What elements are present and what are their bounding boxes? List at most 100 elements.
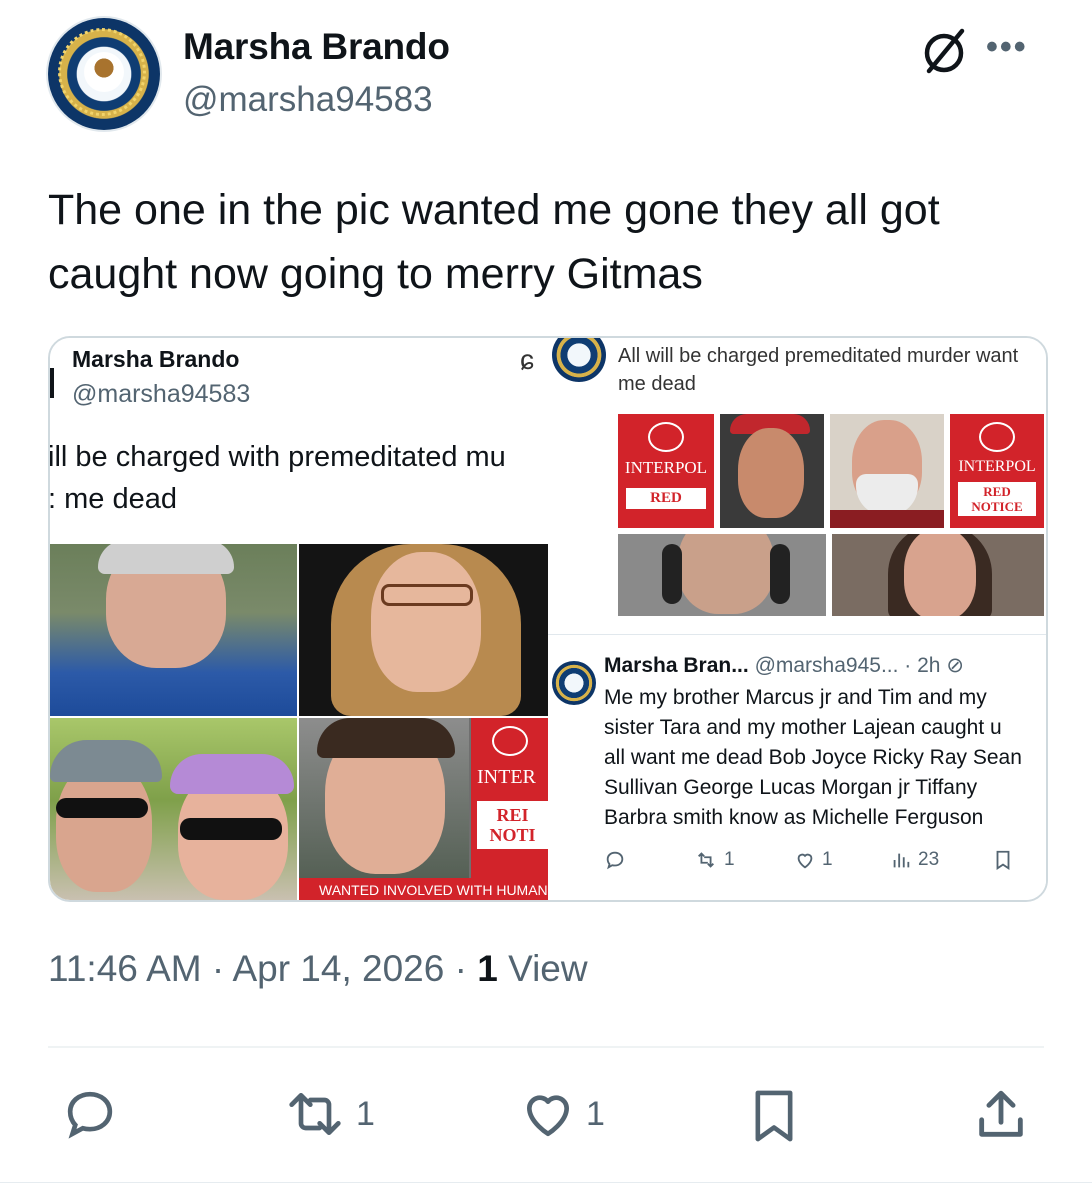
interpol-globe-icon xyxy=(979,422,1015,452)
embedded-tweet-text: ill be charged with premeditated mu : me… xyxy=(50,436,548,520)
reply-retweet-icon xyxy=(698,852,714,868)
photo-shirt xyxy=(830,510,944,528)
reply-reply-icon xyxy=(604,849,626,871)
photo-headphone-left xyxy=(662,544,682,604)
photo-glasses xyxy=(381,584,473,606)
tweet-time[interactable]: 11:46 AM xyxy=(48,948,202,989)
meta-separator: · xyxy=(454,948,478,989)
photo-woman-glasses xyxy=(299,544,548,716)
interpol-notice-left: INTERPOL RED xyxy=(618,414,714,528)
reply-button[interactable] xyxy=(62,1086,118,1142)
photo-woman-mugshot xyxy=(832,534,1044,616)
reply-like-count: 1 xyxy=(822,849,833,870)
photo-flower-crown xyxy=(170,754,294,794)
tweet-views-label: View xyxy=(508,948,588,989)
embedded-author-handle: @marsha94583 xyxy=(72,380,251,408)
author-handle[interactable]: @marsha94583 xyxy=(183,80,433,120)
photo-sunglasses xyxy=(180,818,282,840)
photo-man-headphones xyxy=(618,534,826,616)
reply-retweet: 1 xyxy=(694,849,735,871)
reply-age: · 2h xyxy=(904,654,941,677)
red-notice-box: RED NOTICE xyxy=(958,482,1036,516)
red-notice-line-1: RED xyxy=(983,484,1011,499)
author-name[interactable]: Marsha Brando xyxy=(183,26,450,68)
photo-face xyxy=(371,552,481,692)
photo-man-red-cap xyxy=(720,414,824,528)
reply-bubble-icon xyxy=(67,1091,113,1139)
red-notice-line-1: REI xyxy=(496,805,529,825)
photo-wanted-poster: INTER REI NOTI WANTED INVOLVED WITH HUMA… xyxy=(299,718,548,900)
photo-old-man-beard xyxy=(830,414,944,528)
bookmark-icon xyxy=(755,1090,793,1142)
reply-views-icon xyxy=(893,853,910,868)
tweet-date[interactable]: Apr 14, 2026 xyxy=(232,948,444,989)
reply-text-line-2: sister Tara and my mother Lajean caught … xyxy=(604,716,1002,739)
reply-grok-icon: ⊘ xyxy=(946,654,964,677)
tweet-meta: 11:46 AM · Apr 14, 2026 · 1 View xyxy=(48,948,588,990)
red-notice-line-2: NOTICE xyxy=(971,499,1023,514)
media-image-right[interactable]: All will be charged premeditated murder … xyxy=(548,338,1046,900)
photo-hair xyxy=(98,544,234,574)
reply-text-line-4: Sullivan George Lucas Morgan jr Tiffany xyxy=(604,776,978,799)
more-options-icon[interactable]: ••• xyxy=(986,28,1028,67)
reply-views-count: 23 xyxy=(918,849,940,870)
divider xyxy=(48,1046,1044,1048)
reply-avatar xyxy=(552,661,596,705)
retweet-arrows-icon xyxy=(289,1093,341,1135)
cropped-avatar-edge xyxy=(50,368,54,398)
embedded-text-line-2: : me dead xyxy=(50,483,177,515)
reply-author-handle: @marsha945... xyxy=(754,654,899,677)
reply-text-line-5: Barbra smith know as Michelle Ferguson xyxy=(604,806,984,829)
interpol-label: INTER xyxy=(477,766,536,788)
grok-icon[interactable] xyxy=(918,25,970,77)
reply-views: 23 xyxy=(890,849,939,871)
embedded-avatar xyxy=(552,338,606,382)
interpol-notice-right: INTERPOL RED NOTICE xyxy=(950,414,1044,528)
share-button[interactable] xyxy=(972,1086,1030,1144)
reply-heart-icon xyxy=(797,853,813,869)
tweet-media[interactable]: Marsha Brando @marsha94583 ɕ ill be char… xyxy=(48,336,1048,902)
bookmark-button[interactable] xyxy=(746,1086,802,1146)
heart-icon xyxy=(527,1095,569,1137)
photo-couple-sunglasses xyxy=(50,718,297,900)
like-button[interactable]: 1 xyxy=(520,1086,605,1142)
reply-author-name: Marsha Bran... xyxy=(604,654,749,677)
media-image-left[interactable]: Marsha Brando @marsha94583 ɕ ill be char… xyxy=(50,338,548,900)
photo-face xyxy=(738,428,804,518)
red-notice-line-2: NOTI xyxy=(489,825,536,845)
embedded-author-name: Marsha Brando xyxy=(72,346,240,372)
interpol-globe-icon xyxy=(648,422,684,452)
red-notice-box: RED xyxy=(626,488,706,509)
like-count: 1 xyxy=(586,1094,605,1133)
reply-actions: 1 1 23 xyxy=(604,849,1046,879)
meta-separator: · xyxy=(211,948,233,989)
photo-face xyxy=(904,534,976,616)
share-upload-icon xyxy=(979,1090,1023,1137)
retweet-button[interactable]: 1 xyxy=(284,1086,375,1142)
wanted-caption: WANTED INVOLVED WITH HUMAN xyxy=(299,878,548,900)
interpol-globe-icon xyxy=(491,726,528,756)
photo-hat xyxy=(50,740,162,782)
retweet-count: 1 xyxy=(356,1094,375,1133)
embedded-tweet-text: All will be charged premeditated murder … xyxy=(618,345,1019,395)
seal-eagle-icon xyxy=(84,52,124,92)
interpol-label: INTERPOL xyxy=(958,458,1036,475)
reply-bookmark-icon xyxy=(992,849,1014,871)
photo-headphone-right xyxy=(770,544,790,604)
photo-face xyxy=(678,534,774,614)
reply-like: 1 xyxy=(794,849,833,871)
interpol-label: INTERPOL xyxy=(624,458,708,477)
interpol-banner: INTER REI NOTI xyxy=(471,718,548,900)
photo-hair xyxy=(317,718,455,758)
photo-woman-gray-hair xyxy=(50,544,297,716)
author-avatar[interactable] xyxy=(48,18,160,130)
embedded-reply: Marsha Bran... @marsha945... · 2h ⊘ Me m… xyxy=(548,634,1046,900)
tweet-views-count: 1 xyxy=(477,948,498,989)
reply-retweet-count: 1 xyxy=(724,849,735,870)
reply-text-line-3: all want me dead Bob Joyce Ricky Ray Sea… xyxy=(604,746,1022,769)
reply-header: Marsha Bran... @marsha945... · 2h ⊘ xyxy=(604,653,964,678)
embedded-text-line-1: ill be charged with premeditated mu xyxy=(50,441,506,473)
red-notice-box: REI NOTI xyxy=(477,801,548,849)
tweet-text: The one in the pic wanted me gone they a… xyxy=(48,186,940,298)
embedded-grok-icon: ɕ xyxy=(520,344,534,375)
